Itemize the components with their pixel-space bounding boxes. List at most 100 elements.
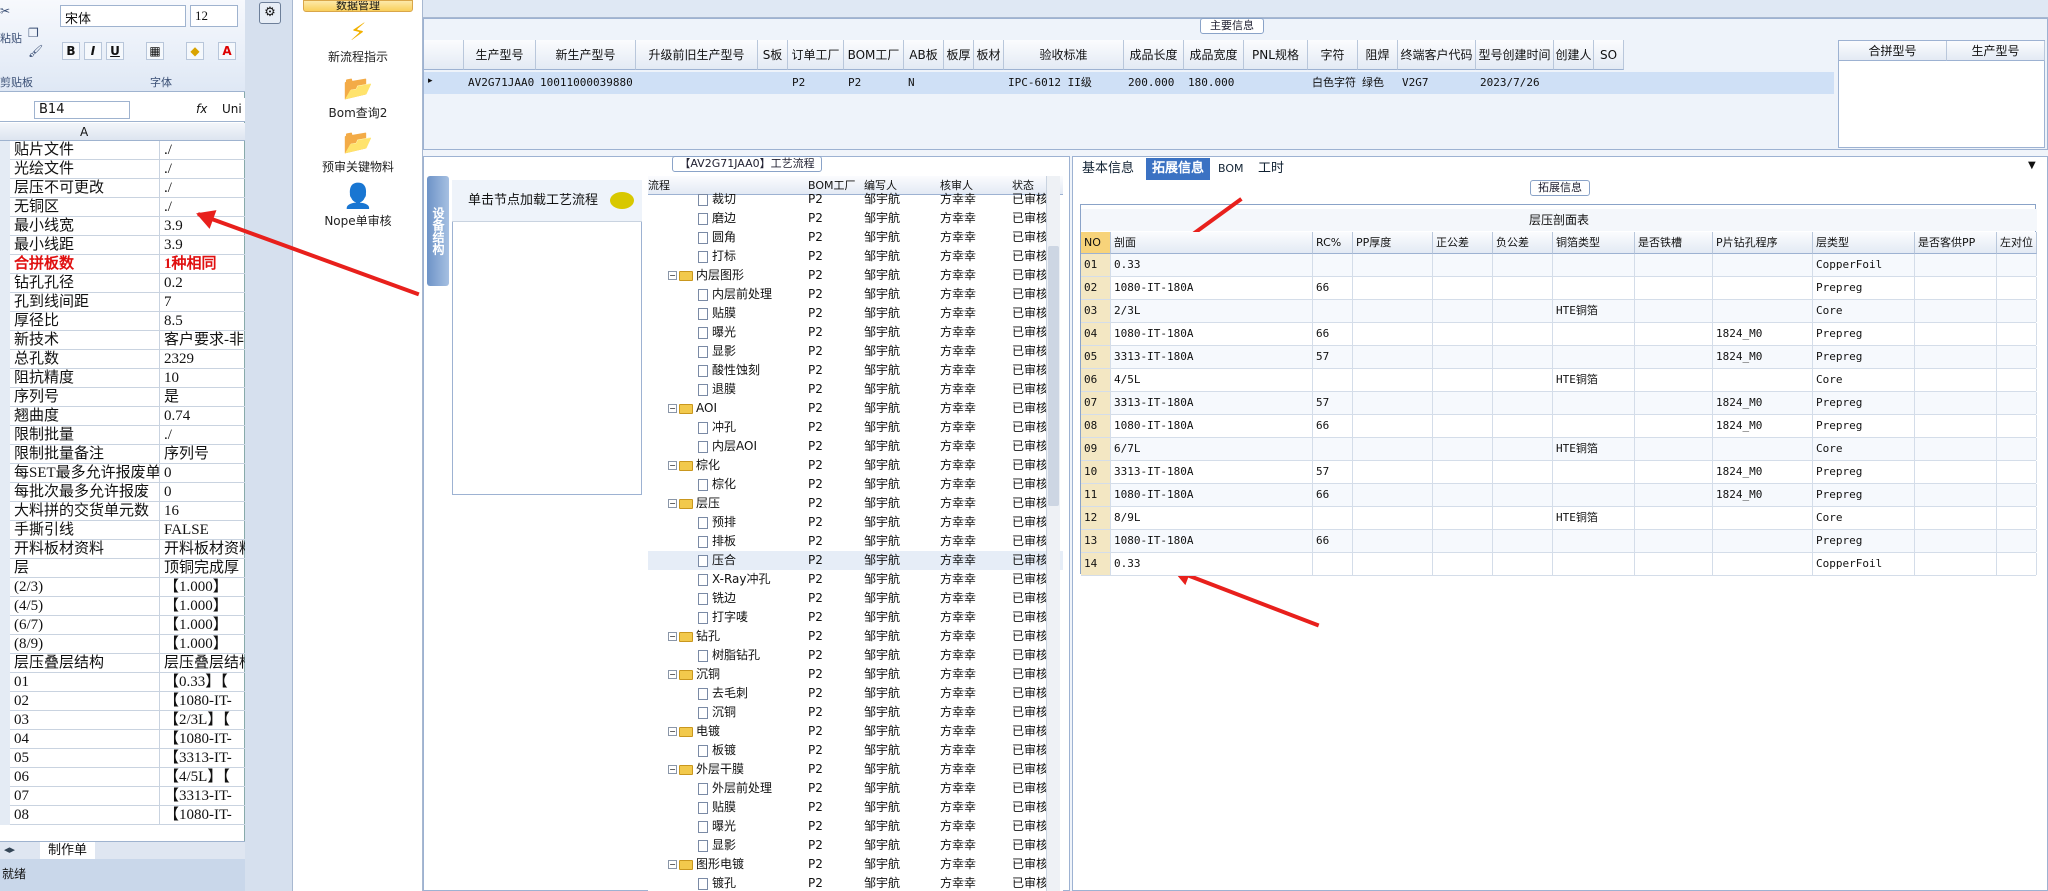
layer-cell[interactable]: 08	[1081, 415, 1111, 437]
layer-cell[interactable]: 10	[1081, 461, 1111, 483]
row-number[interactable]	[0, 787, 10, 806]
layer-cell[interactable]	[1493, 484, 1553, 506]
row-number[interactable]	[0, 597, 10, 616]
collapse-icon[interactable]: −	[668, 670, 677, 679]
layer-cell[interactable]	[1635, 277, 1713, 299]
layer-column-header[interactable]: 剖面	[1111, 232, 1313, 254]
main-info-cell[interactable]: 2023/7/26	[1476, 72, 1554, 94]
layer-row[interactable]: 13 1080-IT-180A 66 Prepreg	[1081, 530, 2037, 553]
layer-cell[interactable]: 01	[1081, 254, 1111, 276]
layer-cell[interactable]: Core	[1813, 300, 1915, 322]
layer-cell[interactable]	[1915, 254, 1997, 276]
cell-a[interactable]: 合拼板数	[12, 255, 160, 274]
layer-cell[interactable]: Prepreg	[1813, 346, 1915, 368]
layer-cell[interactable]: 13	[1081, 530, 1111, 552]
layer-cell[interactable]: 66	[1313, 323, 1353, 345]
detail-tab[interactable]: 拓展信息	[1146, 158, 1211, 180]
layer-cell[interactable]: 1824_M0	[1713, 484, 1813, 506]
layer-column-header[interactable]: 正公差	[1433, 232, 1493, 254]
layer-cell[interactable]: 6/7L	[1111, 438, 1313, 460]
layer-cell[interactable]	[1635, 553, 1713, 575]
layer-cell[interactable]	[1433, 254, 1493, 276]
cell-a[interactable]: 03	[12, 711, 160, 730]
row-number[interactable]	[0, 293, 10, 312]
layer-cell[interactable]	[1915, 553, 1997, 575]
tree-row[interactable]: 显影 P2 邹宇航 方幸幸 已审核	[648, 836, 1063, 855]
row-number[interactable]	[0, 578, 10, 597]
layer-cell[interactable]	[1353, 438, 1433, 460]
column-header[interactable]: AB板	[904, 40, 944, 70]
cell-b[interactable]: ./	[162, 426, 245, 445]
cell-b[interactable]: 【0.33】【	[162, 673, 245, 692]
fx-icon[interactable]: fx	[196, 102, 207, 116]
cell-a[interactable]: 层压不可更改	[12, 179, 160, 198]
tree-row[interactable]: − 外层干膜 P2 邹宇航 方幸幸 已审核	[648, 760, 1063, 779]
tree-row[interactable]: 磨边 P2 邹宇航 方幸幸 已审核	[648, 209, 1063, 228]
column-header[interactable]: 成品宽度	[1184, 40, 1244, 70]
tree-row[interactable]: − 内层图形 P2 邹宇航 方幸幸 已审核	[648, 266, 1063, 285]
layer-cell[interactable]: 66	[1313, 530, 1353, 552]
column-a-header[interactable]: A	[80, 125, 88, 139]
layer-cell[interactable]	[1997, 323, 2037, 345]
layer-cell[interactable]	[1997, 392, 2037, 414]
cell-b[interactable]: 0	[162, 483, 245, 502]
row-number[interactable]	[0, 179, 10, 198]
layer-cell[interactable]	[1997, 254, 2037, 276]
cell-a[interactable]: 每SET最多允许报废单	[12, 464, 160, 483]
cell-a[interactable]: 贴片文件	[12, 141, 160, 160]
layer-cell[interactable]	[1635, 530, 1713, 552]
layer-cell[interactable]: Prepreg	[1813, 277, 1915, 299]
merge-model-header[interactable]: 合拼型号	[1839, 41, 1947, 61]
column-header[interactable]: 板厚	[944, 40, 974, 70]
format-painter-icon[interactable]: 🖌	[28, 44, 43, 58]
tree-row[interactable]: 铣边 P2 邹宇航 方幸幸 已审核	[648, 589, 1063, 608]
layer-cell[interactable]: 1824_M0	[1713, 392, 1813, 414]
layer-cell[interactable]	[1313, 438, 1353, 460]
tree-scroll-thumb[interactable]	[1048, 246, 1059, 506]
cell-b[interactable]: 0.2	[162, 274, 245, 293]
layer-cell[interactable]	[1713, 530, 1813, 552]
tree-row[interactable]: 贴膜 P2 邹宇航 方幸幸 已审核	[648, 304, 1063, 323]
layer-row[interactable]: 09 6/7L HTE铜箔 Core	[1081, 438, 2037, 461]
cell-b[interactable]: 【1080-IT-	[162, 806, 245, 825]
layer-cell[interactable]	[1433, 415, 1493, 437]
layer-cell[interactable]: 0.33	[1111, 553, 1313, 575]
cell-a[interactable]: 05	[12, 749, 160, 768]
cell-a[interactable]: 无铜区	[12, 198, 160, 217]
layer-cell[interactable]	[1493, 415, 1553, 437]
layer-row[interactable]: 10 3313-IT-180A 57 1824_M0 Prepreg	[1081, 461, 2037, 484]
layer-cell[interactable]	[1713, 438, 1813, 460]
layer-cell[interactable]	[1553, 346, 1635, 368]
row-number[interactable]	[0, 198, 10, 217]
cell-b[interactable]: 2329	[162, 350, 245, 369]
layer-cell[interactable]: Core	[1813, 507, 1915, 529]
cell-b[interactable]: 8.5	[162, 312, 245, 331]
layer-cell[interactable]	[1433, 369, 1493, 391]
paste-label[interactable]: 粘贴	[0, 30, 22, 46]
tab-dropdown-icon[interactable]: ▼	[2028, 160, 2036, 171]
row-number[interactable]	[0, 521, 10, 540]
row-number[interactable]	[0, 255, 10, 274]
column-header[interactable]: PNL规格	[1244, 40, 1308, 70]
layer-cell[interactable]	[1493, 346, 1553, 368]
collapse-icon[interactable]: −	[668, 271, 677, 280]
cell-b[interactable]: 序列号	[162, 445, 245, 464]
layer-cell[interactable]	[1997, 300, 2037, 322]
layer-cell[interactable]	[1553, 323, 1635, 345]
cell-b[interactable]: 层压叠层结构	[162, 654, 245, 673]
cell-b[interactable]: 【3313-IT-	[162, 749, 245, 768]
tree-row[interactable]: − 沉铜 P2 邹宇航 方幸幸 已审核	[648, 665, 1063, 684]
layer-cell[interactable]: HTE铜箔	[1553, 507, 1635, 529]
layer-cell[interactable]: 1080-IT-180A	[1111, 415, 1313, 437]
layer-column-header[interactable]: P片钻孔程序	[1713, 232, 1813, 254]
layer-column-header[interactable]: 层类型	[1813, 232, 1915, 254]
layer-cell[interactable]	[1635, 461, 1713, 483]
layer-cell[interactable]: 03	[1081, 300, 1111, 322]
layer-cell[interactable]	[1713, 300, 1813, 322]
layer-cell[interactable]	[1997, 530, 2037, 552]
layer-column-header[interactable]: RC%	[1313, 232, 1353, 254]
cell-b[interactable]: 【2/3L】【	[162, 711, 245, 730]
tree-row[interactable]: − 钻孔 P2 邹宇航 方幸幸 已审核	[648, 627, 1063, 646]
layer-cell[interactable]: Prepreg	[1813, 484, 1915, 506]
cell-a[interactable]: 限制批量备注	[12, 445, 160, 464]
